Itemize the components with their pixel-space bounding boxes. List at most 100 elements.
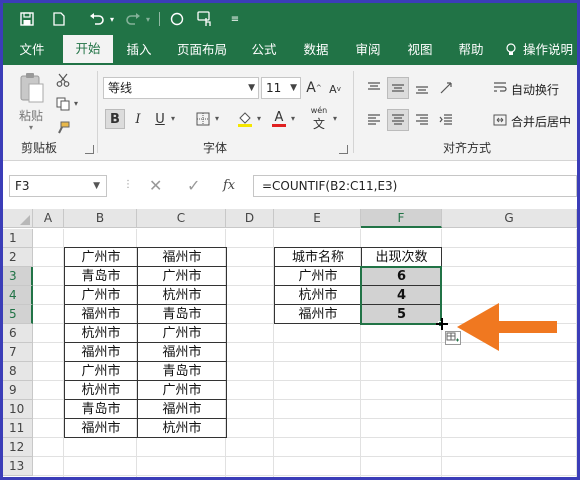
tab-data[interactable]: 数据: [295, 35, 337, 65]
align-bottom-icon[interactable]: [411, 77, 433, 99]
grow-font-icon[interactable]: A ^: [305, 79, 323, 97]
column-header-b[interactable]: B: [64, 209, 137, 228]
lightbulb-icon[interactable]: [503, 35, 519, 65]
tab-review[interactable]: 审阅: [347, 35, 389, 65]
cell-c8[interactable]: 青岛市: [137, 361, 227, 381]
row-header-2[interactable]: 2: [3, 248, 33, 267]
cell-e3[interactable]: 广州市: [274, 266, 362, 286]
align-right-icon[interactable]: [411, 109, 433, 131]
phonetic-guide-icon[interactable]: wén 文: [307, 106, 331, 131]
copy-dropdown-icon[interactable]: ▾: [74, 99, 78, 108]
tab-page-layout[interactable]: 页面布局: [169, 35, 235, 65]
select-all-corner[interactable]: [3, 209, 33, 228]
save-icon[interactable]: [17, 9, 37, 29]
merge-center-icon[interactable]: [491, 111, 509, 129]
cell-b5[interactable]: 福州市: [64, 304, 138, 324]
undo-dropdown-icon[interactable]: ▾: [107, 9, 117, 29]
align-center-icon[interactable]: [387, 109, 409, 131]
tab-tell-me[interactable]: 操作说明: [523, 35, 577, 65]
font-size-box[interactable]: 11 ▼: [261, 77, 301, 99]
font-color-dropdown-icon[interactable]: ▾: [291, 114, 295, 123]
cell-c4[interactable]: 杭州市: [137, 285, 227, 305]
cell-c3[interactable]: 广州市: [137, 266, 227, 286]
cell-c2[interactable]: 福州市: [137, 247, 227, 267]
row-header-7[interactable]: 7: [3, 343, 33, 362]
column-header-e[interactable]: E: [274, 209, 361, 228]
tab-view[interactable]: 视图: [399, 35, 441, 65]
worksheet-grid[interactable]: ABCDEFG 1 2 3 4 5 6 7 8 9 10 11 12 13 广州市 福州市 青岛市 广州市 广州…: [3, 209, 577, 477]
cell-c9[interactable]: 广州市: [137, 380, 227, 400]
paste-label[interactable]: 粘贴: [19, 107, 43, 124]
cell-c5[interactable]: 青岛市: [137, 304, 227, 324]
row-header-3[interactable]: 3: [3, 267, 33, 286]
align-top-icon[interactable]: [363, 77, 385, 99]
column-header-g[interactable]: G: [442, 209, 577, 228]
cell-b2[interactable]: 广州市: [64, 247, 138, 267]
underline-dropdown-icon[interactable]: ▾: [171, 114, 175, 123]
tab-help[interactable]: 帮助: [451, 35, 491, 65]
row-header-9[interactable]: 9: [3, 381, 33, 400]
cell-b3[interactable]: 青岛市: [64, 266, 138, 286]
circle-shape-icon[interactable]: [167, 9, 187, 29]
tab-insert[interactable]: 插入: [117, 35, 161, 65]
column-header-c[interactable]: C: [137, 209, 226, 228]
row-header-12[interactable]: 12: [3, 438, 33, 457]
new-file-icon[interactable]: [49, 9, 69, 29]
wrap-text-icon[interactable]: [491, 79, 509, 97]
enter-icon[interactable]: ✓: [187, 176, 200, 195]
row-header-8[interactable]: 8: [3, 362, 33, 381]
cell-b11[interactable]: 福州市: [64, 418, 138, 438]
undo-icon[interactable]: [87, 9, 107, 29]
copy-icon[interactable]: [53, 95, 73, 113]
cell-c10[interactable]: 福州市: [137, 399, 227, 419]
row-header-1[interactable]: 1: [3, 229, 33, 248]
merge-center-button[interactable]: 合并后居中: [511, 113, 571, 130]
cell-e2[interactable]: 城市名称: [274, 247, 362, 267]
column-header-f[interactable]: F: [361, 209, 442, 228]
font-name-box[interactable]: 等线 ▼: [103, 77, 259, 99]
row-header-13[interactable]: 13: [3, 457, 33, 476]
cell-c7[interactable]: 福州市: [137, 342, 227, 362]
cell-b9[interactable]: 杭州市: [64, 380, 138, 400]
cancel-icon[interactable]: ✕: [149, 176, 162, 195]
clipboard-launcher-icon[interactable]: [85, 145, 94, 154]
phonetic-dropdown-icon[interactable]: ▾: [333, 114, 337, 123]
cell-b6[interactable]: 杭州市: [64, 323, 138, 343]
more-options-icon[interactable]: ⋮: [123, 179, 133, 190]
cell-e4[interactable]: 杭州市: [274, 285, 362, 305]
align-middle-icon[interactable]: [387, 77, 409, 99]
borders-dropdown-icon[interactable]: ▾: [215, 114, 219, 123]
font-launcher-icon[interactable]: [339, 145, 348, 154]
cut-icon[interactable]: [53, 71, 73, 89]
fill-color-icon[interactable]: [235, 109, 255, 129]
fill-color-dropdown-icon[interactable]: ▾: [257, 114, 261, 123]
cell-b8[interactable]: 广州市: [64, 361, 138, 381]
tab-formulas[interactable]: 公式: [243, 35, 285, 65]
column-header-a[interactable]: A: [33, 209, 64, 228]
cell-b10[interactable]: 青岛市: [64, 399, 138, 419]
redo-dropdown-icon[interactable]: ▾: [143, 9, 153, 29]
wrap-text-button[interactable]: 自动换行: [511, 81, 559, 98]
cell-b7[interactable]: 福州市: [64, 342, 138, 362]
row-header-10[interactable]: 10: [3, 400, 33, 419]
column-header-d[interactable]: D: [226, 209, 274, 228]
cell-e5[interactable]: 福州市: [274, 304, 362, 324]
align-left-icon[interactable]: [363, 109, 385, 131]
indent-icon[interactable]: [435, 109, 457, 131]
row-header-11[interactable]: 11: [3, 419, 33, 438]
tab-home[interactable]: 开始: [63, 35, 113, 65]
underline-button[interactable]: U: [151, 109, 169, 129]
cell-c11[interactable]: 杭州市: [137, 418, 227, 438]
paste-icon[interactable]: [17, 71, 47, 105]
name-box[interactable]: F3 ▼: [9, 175, 107, 197]
cell-b4[interactable]: 广州市: [64, 285, 138, 305]
italic-button[interactable]: I: [129, 109, 147, 129]
shrink-font-icon[interactable]: Av: [327, 81, 343, 97]
formula-input[interactable]: =COUNTIF(B2:C11,E3): [253, 175, 577, 197]
row-header-6[interactable]: 6: [3, 324, 33, 343]
bold-button[interactable]: B: [105, 109, 125, 129]
cell-c6[interactable]: 广州市: [137, 323, 227, 343]
row-header-5[interactable]: 5: [3, 305, 33, 324]
paste-dropdown-icon[interactable]: ▾: [29, 123, 33, 132]
format-painter-icon[interactable]: [53, 119, 73, 137]
